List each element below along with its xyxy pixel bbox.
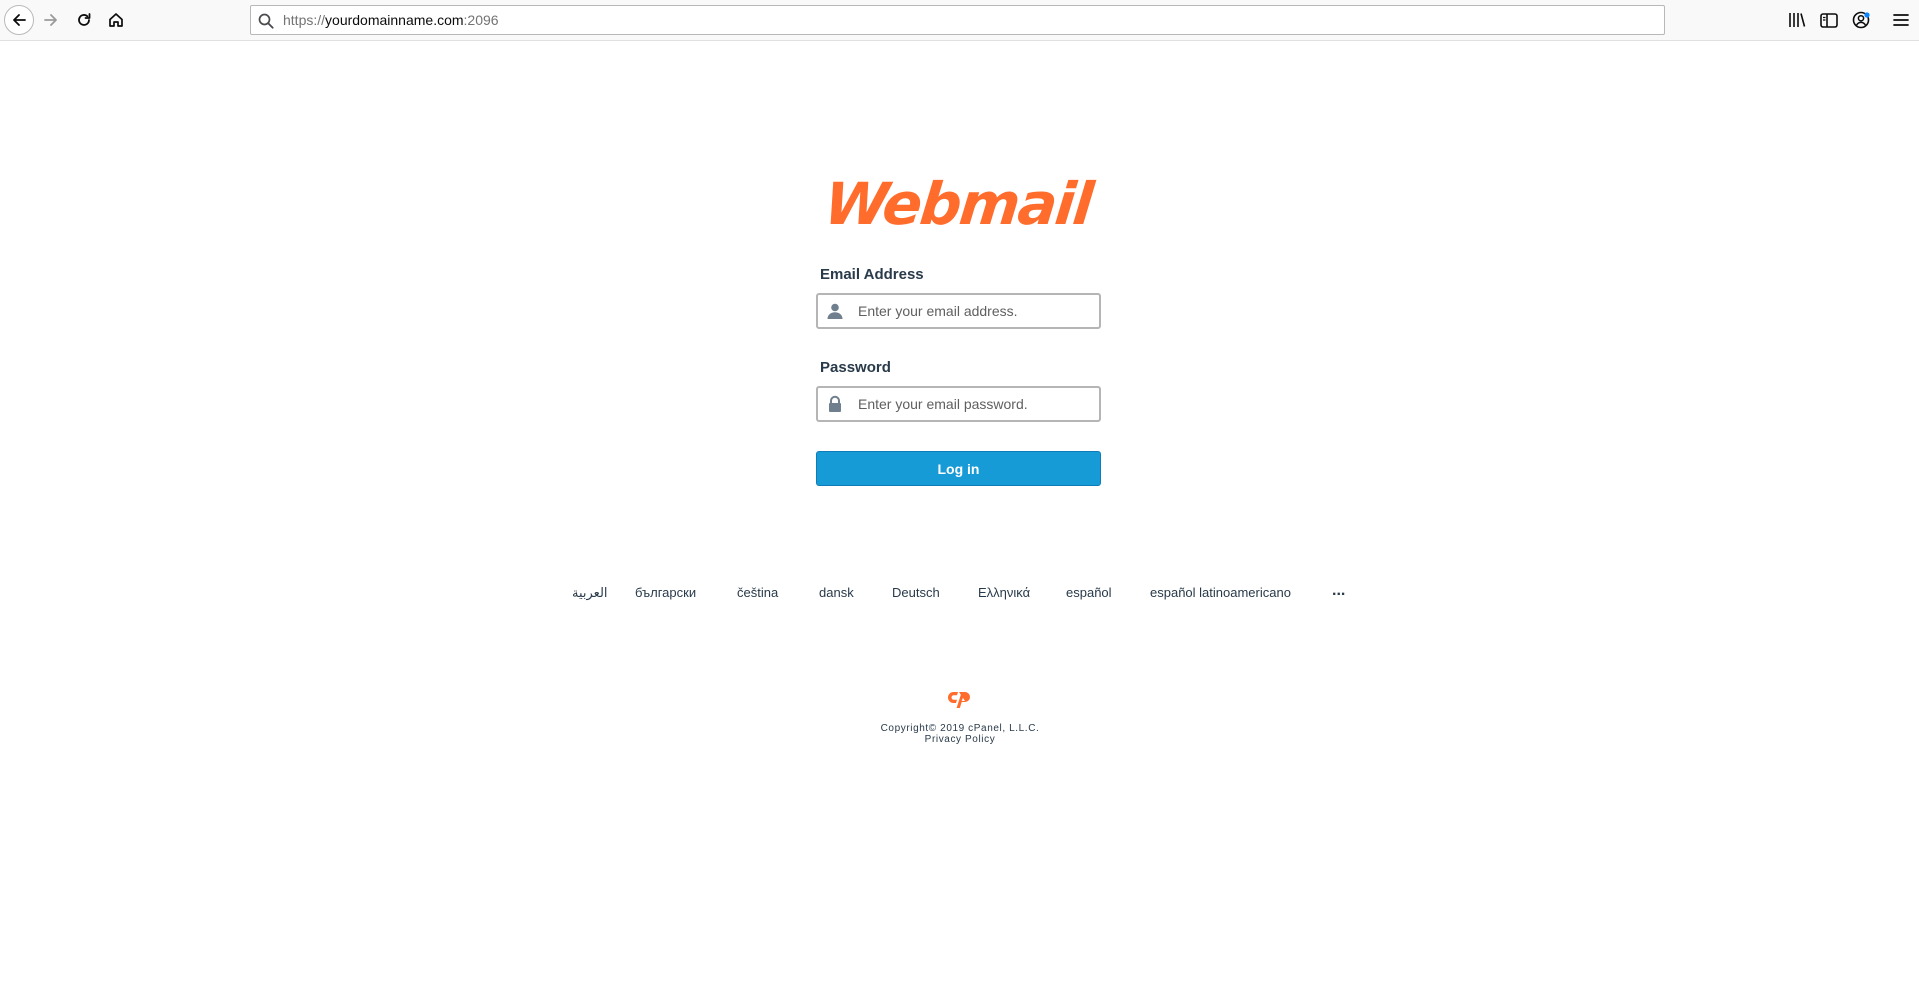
password-label: Password	[820, 359, 891, 376]
account-icon	[1852, 11, 1870, 29]
privacy-policy-link[interactable]: Privacy Policy	[760, 734, 1160, 745]
webmail-logo: Webmail	[821, 170, 1095, 238]
library-icon	[1789, 13, 1806, 27]
language-link-spanish[interactable]: español	[1066, 585, 1112, 600]
password-input[interactable]	[858, 388, 1096, 420]
language-link-spanish-latam[interactable]: español latinoamericano	[1150, 585, 1291, 600]
copyright-text: Copyright© 2019 cPanel, L.L.C.	[880, 723, 1040, 734]
password-field-wrapper	[816, 386, 1101, 422]
language-link-czech[interactable]: čeština	[737, 585, 778, 600]
reload-button[interactable]	[69, 5, 99, 35]
search-icon	[258, 13, 274, 29]
account-button[interactable]	[1850, 9, 1872, 31]
language-link-danish[interactable]: dansk	[819, 585, 854, 600]
language-link-bulgarian[interactable]: български	[635, 585, 696, 600]
back-button[interactable]	[4, 5, 34, 35]
language-link-greek[interactable]: Ελληνικά	[978, 585, 1030, 600]
url-text: https://yourdomainname.com:2096	[283, 12, 499, 28]
sidebar-icon	[1820, 13, 1838, 28]
email-field-wrapper	[816, 293, 1101, 329]
url-host: yourdomainname.com	[325, 12, 464, 28]
user-icon	[827, 303, 843, 319]
sidebar-toggle-button[interactable]	[1818, 9, 1840, 31]
lock-icon	[829, 395, 841, 412]
email-input[interactable]	[858, 295, 1096, 327]
language-link-arabic[interactable]: العربية	[572, 585, 608, 601]
forward-button[interactable]	[36, 5, 66, 35]
url-port: :2096	[463, 12, 499, 28]
home-icon	[109, 13, 123, 27]
url-protocol: https://	[283, 12, 326, 28]
menu-button[interactable]	[1890, 9, 1912, 31]
email-label: Email Address	[820, 266, 924, 283]
more-languages-link[interactable]: ...	[1332, 582, 1345, 600]
login-button[interactable]: Log in	[816, 451, 1101, 486]
hamburger-menu-icon	[1893, 14, 1909, 26]
library-button[interactable]	[1786, 9, 1808, 31]
login-page: Webmail Email Address Password Log in ال…	[0, 42, 1919, 1007]
language-selector: العربية български čeština dansk Deutsch …	[560, 582, 1360, 609]
cpanel-logo	[948, 692, 970, 708]
reload-icon	[78, 13, 91, 26]
language-link-german[interactable]: Deutsch	[892, 585, 940, 600]
url-bar[interactable]: https://yourdomainname.com:2096	[250, 5, 1665, 35]
arrow-left-icon	[13, 14, 26, 26]
home-button[interactable]	[101, 5, 131, 35]
browser-toolbar: https://yourdomainname.com:2096	[0, 0, 1919, 41]
arrow-right-icon	[44, 14, 57, 26]
